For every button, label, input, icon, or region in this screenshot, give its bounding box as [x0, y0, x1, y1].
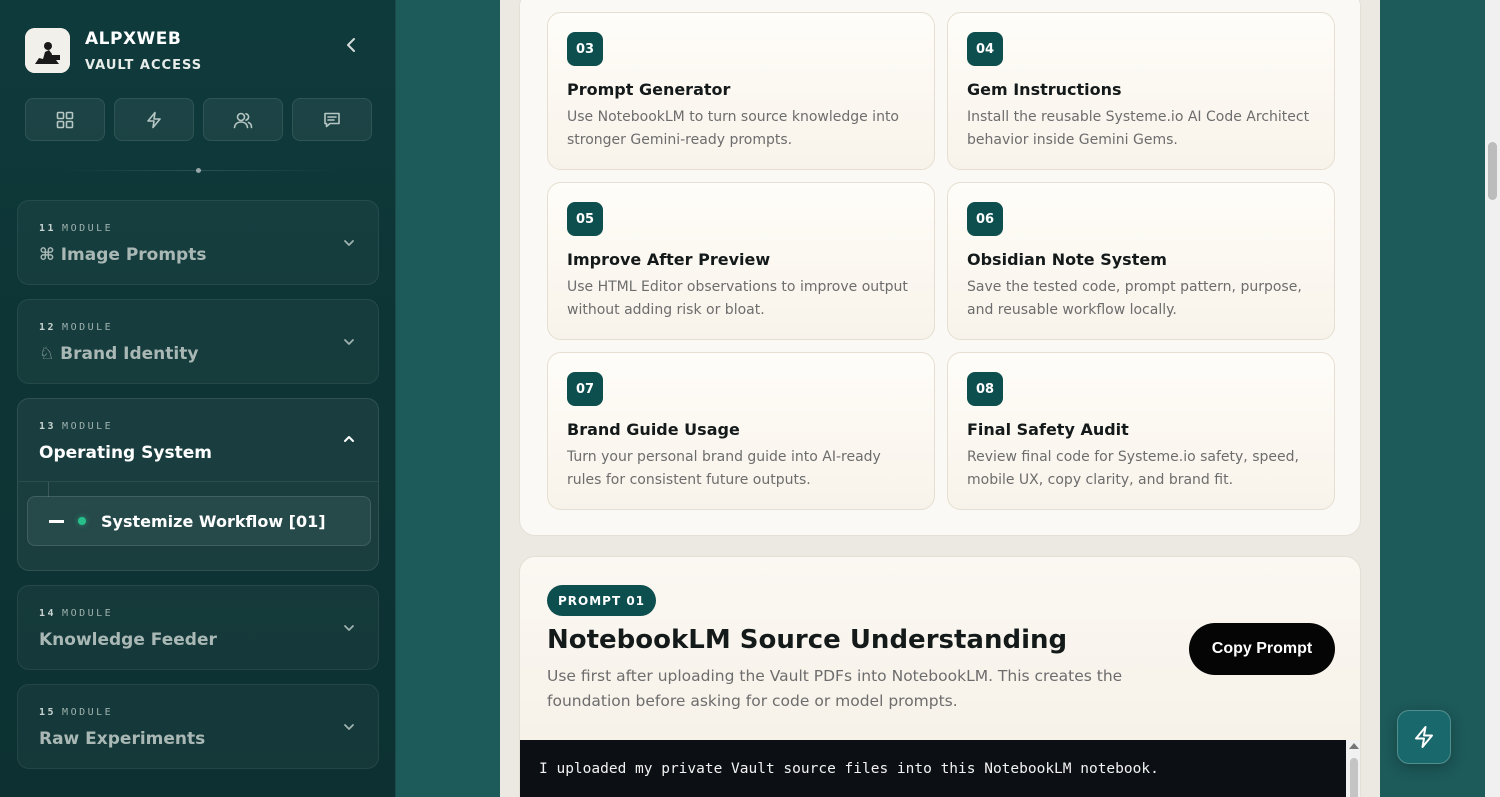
copy-prompt-button[interactable]: Copy Prompt — [1189, 623, 1335, 675]
module-14[interactable]: 14 MODULE Knowledge Feeder — [17, 585, 379, 670]
prompt-panel: PROMPT 01 NotebookLM Source Understandin… — [519, 556, 1361, 797]
step-title: Brand Guide Usage — [567, 420, 740, 439]
step-number: 03 — [567, 32, 603, 66]
step-title: Gem Instructions — [967, 80, 1122, 99]
scrollbar-thumb[interactable] — [1350, 758, 1358, 797]
module-label: MODULE — [62, 322, 114, 333]
workflow-steps-panel: 03 Prompt Generator Use NotebookLM to tu… — [519, 0, 1361, 536]
step-number: 05 — [567, 202, 603, 236]
prompt-title: NotebookLM Source Understanding — [547, 625, 1068, 655]
module-12[interactable]: 12 MODULE ♘ Brand Identity — [17, 299, 379, 384]
step-card[interactable]: 05 Improve After Preview Use HTML Editor… — [547, 182, 935, 340]
step-number: 08 — [967, 372, 1003, 406]
dash-icon — [49, 519, 64, 523]
module-title: ⌘ Image Prompts — [39, 245, 207, 265]
module-13[interactable]: 13 MODULE Operating System Systemize Work… — [17, 398, 379, 571]
brand-logo — [25, 28, 70, 73]
chevron-down-icon — [344, 240, 354, 246]
module-divider — [18, 481, 378, 482]
code-scrollbar[interactable] — [1346, 740, 1360, 797]
messages-button[interactable] — [292, 98, 372, 141]
scrollbar-thumb[interactable] — [1488, 142, 1497, 200]
lightning-icon — [1415, 726, 1433, 748]
chevron-up-icon — [344, 436, 354, 442]
step-card[interactable]: 03 Prompt Generator Use NotebookLM to tu… — [547, 12, 935, 170]
grid-icon — [56, 111, 74, 128]
module-number: 13 — [39, 421, 57, 432]
divider-dot — [196, 168, 201, 173]
lightning-icon — [147, 111, 161, 128]
module-label: MODULE — [62, 223, 114, 234]
prompt-code: I uploaded my private Vault source files… — [539, 761, 1159, 777]
step-description: Review final code for Systeme.io safety,… — [967, 449, 1299, 488]
grid-button[interactable] — [25, 98, 105, 141]
lightning-button[interactable] — [114, 98, 194, 141]
sidebar: ALPXWEB VAULT ACCESS 11 MODULE ⌘ Image P… — [0, 0, 396, 797]
step-card[interactable]: 04 Gem Instructions Install the reusable… — [947, 12, 1335, 170]
sub-item-systemize-workflow[interactable]: Systemize Workflow [01] — [27, 482, 371, 546]
module-label: MODULE — [62, 707, 114, 718]
step-card[interactable]: 07 Brand Guide Usage Turn your personal … — [547, 352, 935, 510]
module-number: 15 — [39, 707, 57, 718]
collapse-sidebar-button[interactable] — [338, 32, 364, 58]
users-icon — [233, 112, 253, 128]
scroll-up-icon — [1349, 743, 1359, 749]
chevron-down-icon — [344, 625, 354, 631]
chevron-down-icon — [344, 339, 354, 345]
brand: ALPXWEB VAULT ACCESS — [25, 28, 202, 73]
module-11[interactable]: 11 MODULE ⌘ Image Prompts — [17, 200, 379, 285]
users-button[interactable] — [203, 98, 283, 141]
step-description: Save the tested code, prompt pattern, pu… — [967, 279, 1302, 318]
step-number: 07 — [567, 372, 603, 406]
step-description: Use HTML Editor observations to improve … — [567, 279, 908, 318]
active-dot-icon — [78, 517, 86, 525]
message-icon — [324, 112, 340, 127]
module-title: Knowledge Feeder — [39, 630, 217, 650]
step-number: 04 — [967, 32, 1003, 66]
module-number: 11 — [39, 223, 57, 234]
step-description: Install the reusable Systeme.io AI Code … — [967, 109, 1310, 148]
module-number: 12 — [39, 322, 57, 333]
module-title: ♘ Brand Identity — [39, 344, 199, 364]
module-title: Raw Experiments — [39, 729, 206, 749]
module-list: 11 MODULE ⌘ Image Prompts 12 MODULE ♘ Bran… — [17, 200, 379, 783]
step-card[interactable]: 08 Final Safety Audit Review final code … — [947, 352, 1335, 510]
step-description: Turn your personal brand guide into AI-r… — [567, 449, 881, 488]
prompt-code-box[interactable]: I uploaded my private Vault source files… — [520, 740, 1360, 797]
step-number: 06 — [967, 202, 1003, 236]
step-description: Use NotebookLM to turn source knowledge … — [567, 109, 899, 148]
step-title: Prompt Generator — [567, 80, 731, 99]
quick-action-fab[interactable] — [1397, 710, 1451, 764]
step-card[interactable]: 06 Obsidian Note System Save the tested … — [947, 182, 1335, 340]
quick-actions — [25, 98, 372, 141]
chevron-down-icon — [344, 724, 354, 730]
prompt-badge: PROMPT 01 — [547, 585, 657, 616]
module-label: MODULE — [62, 421, 114, 432]
tree-line — [48, 482, 49, 497]
page-scrollbar[interactable] — [1485, 0, 1500, 797]
step-title: Final Safety Audit — [967, 420, 1129, 439]
step-title: Obsidian Note System — [967, 250, 1167, 269]
module-number: 14 — [39, 608, 57, 619]
sub-item-label: Systemize Workflow [01] — [101, 511, 326, 531]
module-title: Operating System — [39, 443, 212, 463]
step-title: Improve After Preview — [567, 250, 771, 269]
brand-subtitle: VAULT ACCESS — [85, 57, 203, 73]
brand-name: ALPXWEB — [85, 28, 182, 49]
module-label: MODULE — [62, 608, 114, 619]
prompt-description: Use first after uploading the Vault PDFs… — [547, 667, 1123, 710]
chevron-left-icon — [347, 38, 355, 52]
module-15[interactable]: 15 MODULE Raw Experiments — [17, 684, 379, 769]
